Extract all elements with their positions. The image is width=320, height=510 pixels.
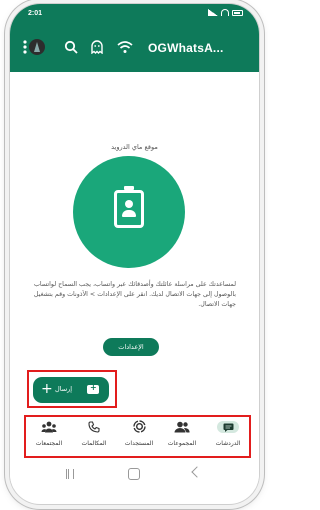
wifi-icon[interactable] — [116, 38, 134, 56]
calls-icon — [88, 418, 100, 437]
ghost-icon[interactable] — [88, 38, 106, 56]
home-icon[interactable] — [128, 468, 140, 480]
status-icons — [208, 9, 243, 16]
nav-label-calls: المكالمات — [81, 440, 107, 447]
app-title: OGWhatsA... — [148, 41, 224, 55]
avatar — [29, 39, 45, 55]
search-icon[interactable] — [62, 38, 80, 56]
signal-icon — [208, 9, 218, 16]
phone-frame: 2:01 OGWhatsA... موقع ماي الدرويد لمساعد… — [10, 4, 259, 504]
back-icon[interactable] — [191, 466, 203, 478]
nav-item-calls[interactable]: المكالمات — [74, 420, 114, 447]
nav-icon-wrap — [29, 420, 69, 434]
nav-item-groups[interactable]: المجموعات — [162, 420, 202, 447]
status-time: 2:01 — [28, 10, 43, 17]
nav-item-updates[interactable]: المستجدات — [119, 418, 159, 447]
nav-icon-wrap — [119, 418, 159, 437]
app-bar: OGWhatsA... — [10, 24, 259, 72]
nav-label-communities: المجتمعات — [35, 440, 63, 447]
nav-icon-wrap — [208, 420, 248, 434]
nav-icon-wrap — [74, 420, 114, 434]
battery-icon — [232, 9, 243, 16]
bottom-navigation: الدردشات المجموعات المستجدات المكالمات ا… — [24, 415, 251, 458]
nav-item-communities[interactable]: المجتمعات — [29, 420, 69, 447]
fab-label: إرسال — [55, 385, 73, 393]
contact-card-head — [125, 200, 133, 208]
settings-button[interactable]: الإعدادات — [103, 338, 159, 356]
plus-icon: + — [41, 381, 53, 397]
empty-state-heading: موقع ماي الدرويد — [111, 143, 158, 151]
nav-icon-wrap — [162, 420, 202, 434]
fab-highlight: + إرسال — [27, 370, 117, 408]
new-message-icon — [87, 383, 99, 394]
new-chat-fab[interactable]: + إرسال — [33, 377, 109, 403]
system-navigation-bar — [10, 459, 259, 489]
contact-card-body — [122, 210, 136, 217]
wifi-status-icon — [221, 9, 229, 16]
communities-icon — [41, 418, 57, 437]
recents-icon[interactable] — [66, 469, 74, 479]
contacts-permission-panel: موقع ماي الدرويد لمساعدتك على مراسلة عائ… — [10, 72, 259, 412]
chats-icon — [217, 421, 239, 433]
nav-item-chats[interactable]: الدردشات — [208, 420, 248, 447]
profile-avatar[interactable] — [28, 38, 46, 56]
nav-label-updates: المستجدات — [124, 440, 154, 447]
updates-icon — [132, 418, 146, 437]
nav-label-chats: الدردشات — [215, 440, 241, 447]
permission-description: لمساعدتك على مراسلة عائلتك وأصدقائك عبر … — [33, 281, 236, 308]
groups-icon — [174, 418, 190, 437]
contact-card-notch — [124, 186, 134, 190]
nav-label-groups: المجموعات — [167, 440, 197, 447]
contact-card-icon — [114, 186, 144, 228]
status-bar: 2:01 — [10, 4, 259, 24]
contacts-illustration — [73, 156, 185, 268]
